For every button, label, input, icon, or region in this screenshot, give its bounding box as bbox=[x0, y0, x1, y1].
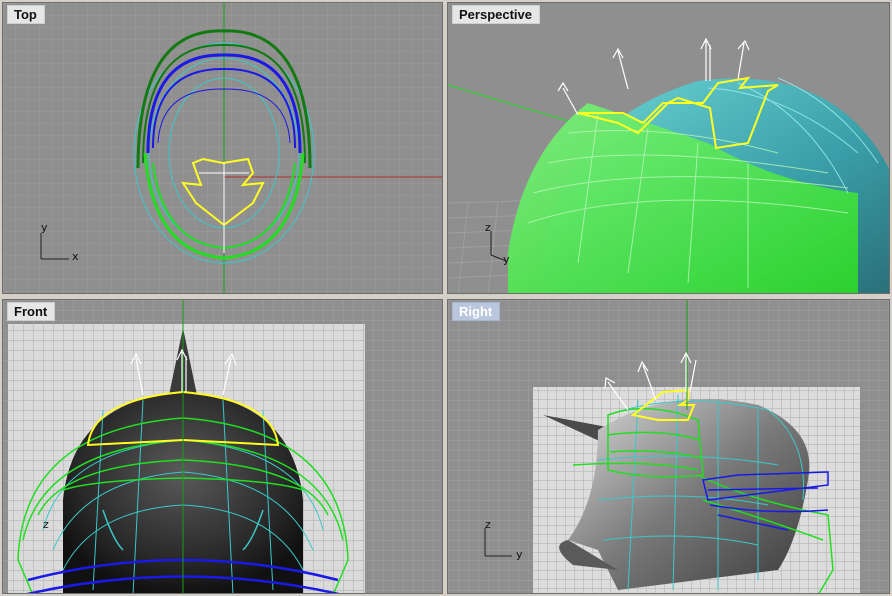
viewport-title-right[interactable]: Right bbox=[452, 302, 501, 321]
axis-label-z: z bbox=[485, 221, 491, 234]
viewport-title-perspective[interactable]: Perspective bbox=[452, 5, 540, 24]
viewport-title-front[interactable]: Front bbox=[7, 302, 56, 321]
axis-label-y: y bbox=[516, 548, 523, 561]
axis-label-y: y bbox=[41, 221, 48, 234]
viewport-title-top[interactable]: Top bbox=[7, 5, 45, 24]
top-view-canvas[interactable] bbox=[3, 3, 443, 294]
front-view-canvas[interactable] bbox=[3, 300, 443, 594]
axis-label-z: z bbox=[485, 518, 491, 531]
axis-label-y: y bbox=[503, 253, 510, 266]
viewport-top[interactable]: Top y x bbox=[2, 2, 443, 294]
axis-label-x: x bbox=[72, 250, 79, 263]
viewport-right[interactable]: Right z y bbox=[447, 299, 890, 594]
axis-label-z: z bbox=[43, 518, 49, 531]
perspective-view-canvas[interactable] bbox=[448, 3, 890, 294]
right-view-canvas[interactable] bbox=[448, 300, 890, 594]
viewport-front[interactable]: Front z bbox=[2, 299, 443, 594]
viewport-perspective[interactable]: Perspective z y bbox=[447, 2, 890, 294]
